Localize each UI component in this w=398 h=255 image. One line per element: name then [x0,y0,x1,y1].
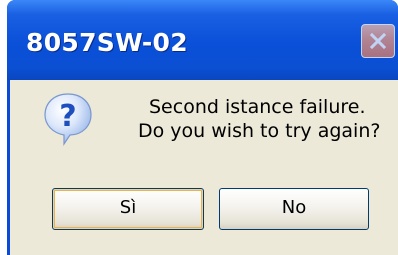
dialog-window: 8057SW-02 ? Second istance failure. Do y… [7,0,398,255]
question-icon: ? [44,93,92,146]
message-text: Second istance failure. Do you wish to t… [138,95,398,143]
title-bar[interactable]: 8057SW-02 [7,0,398,80]
no-button[interactable]: No [219,188,369,230]
close-button[interactable] [361,24,395,58]
yes-button[interactable]: Sì [52,188,204,230]
message-line-2: Do you wish to try again? [138,120,381,142]
message-line-1: Second istance failure. [149,96,366,118]
svg-text:?: ? [59,99,76,134]
close-icon [369,32,387,50]
window-title: 8057SW-02 [26,28,188,57]
dialog-body: ? Second istance failure. Do you wish to… [10,80,398,255]
